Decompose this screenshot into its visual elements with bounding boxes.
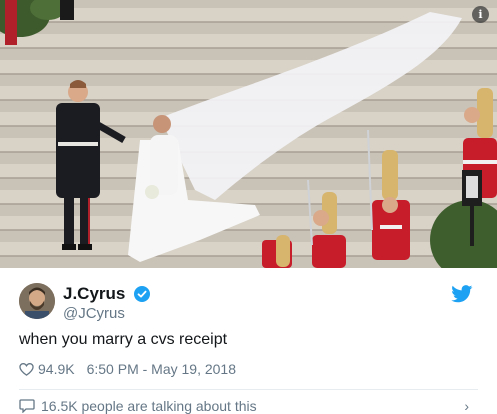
- display-name[interactable]: J.Cyrus: [63, 284, 125, 304]
- avatar-image: [19, 283, 55, 319]
- avatar[interactable]: [19, 283, 55, 319]
- talking-text: 16.5K people are talking about this: [41, 398, 257, 414]
- verified-badge-icon: [133, 286, 150, 302]
- info-icon[interactable]: i: [472, 6, 489, 23]
- chevron-right-icon[interactable]: ›: [464, 398, 469, 414]
- tweet-photo[interactable]: i: [0, 0, 497, 268]
- timestamp[interactable]: 6:50 PM - May 19, 2018: [87, 361, 236, 377]
- talking-row[interactable]: 16.5K people are talking about this ›: [19, 398, 479, 414]
- author-names: J.Cyrus @JCyrus: [63, 284, 150, 322]
- tweet-meta: 94.9K 6:50 PM - May 19, 2018: [19, 361, 236, 377]
- twitter-bird-icon[interactable]: [451, 285, 473, 303]
- tweet-header: J.Cyrus @JCyrus: [19, 283, 479, 322]
- handle[interactable]: @JCyrus: [63, 305, 150, 322]
- like-count[interactable]: 94.9K: [38, 361, 75, 377]
- wedding-photo: [0, 0, 497, 268]
- comment-bubble-icon: [19, 399, 35, 413]
- divider: [19, 389, 478, 390]
- tweet-text: when you marry a cvs receipt: [19, 331, 228, 348]
- heart-icon[interactable]: [19, 362, 34, 377]
- tweet-card: J.Cyrus @JCyrus when you marry a cvs rec…: [0, 268, 497, 414]
